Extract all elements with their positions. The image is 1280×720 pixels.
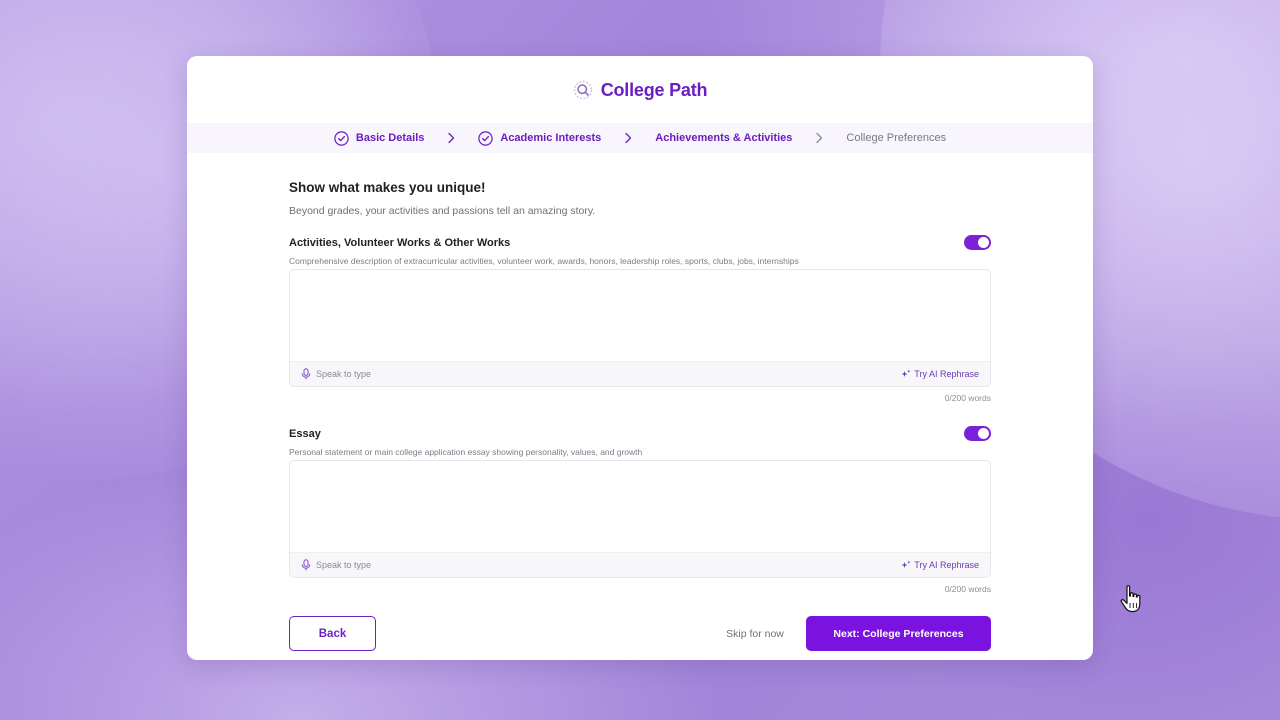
back-button[interactable]: Back	[289, 616, 376, 651]
app-title: College Path	[600, 79, 708, 100]
skip-button[interactable]: Skip for now	[725, 616, 785, 651]
sparkle-icon	[901, 560, 911, 570]
rephrase-label: Try AI Rephrase	[914, 369, 979, 379]
ai-rephrase-button[interactable]: Try AI Rephrase	[901, 560, 979, 570]
step-label: Achievements & Activities	[655, 132, 793, 144]
speak-to-type-button[interactable]: Speak to type	[301, 559, 371, 571]
activities-toggle[interactable]	[964, 235, 991, 250]
hand-pointer-cursor-icon	[1118, 584, 1146, 614]
microphone-icon	[301, 559, 311, 571]
toggle-knob	[978, 237, 989, 248]
step-basic-details[interactable]: Basic Details	[334, 130, 425, 146]
sparkle-icon	[901, 369, 911, 379]
step-achievements-activities[interactable]: Achievements & Activities	[655, 132, 792, 144]
section-description: Personal statement or main college appli…	[289, 447, 643, 457]
brand-header: College Path	[187, 78, 1093, 102]
textbox-toolbar: Speak to type Try AI Rephrase	[290, 361, 990, 386]
step-label: Basic Details	[355, 132, 425, 144]
form-card: College Path Basic Details Academic Inte…	[187, 56, 1093, 660]
speak-label: Speak to type	[316, 369, 372, 379]
essay-input[interactable]	[290, 461, 990, 553]
progress-stepper: Basic Details Academic Interests Achieve…	[187, 123, 1093, 153]
step-label: Academic Interests	[500, 132, 602, 144]
step-label: College Preferences	[846, 132, 947, 144]
chevron-right-icon	[446, 132, 456, 144]
textbox-toolbar: Speak to type Try AI Rephrase	[290, 552, 990, 577]
word-count: 0/200 words	[944, 584, 991, 594]
word-count: 0/200 words	[944, 393, 991, 403]
activities-input[interactable]	[290, 270, 990, 362]
microphone-icon	[301, 368, 311, 380]
ai-rephrase-button[interactable]: Try AI Rephrase	[901, 369, 979, 379]
section-description: Comprehensive description of extracurric…	[289, 256, 799, 266]
page-subheading: Beyond grades, your activities and passi…	[289, 205, 596, 217]
magnifier-icon	[573, 80, 593, 100]
step-college-preferences[interactable]: College Preferences	[846, 132, 946, 144]
rephrase-label: Try AI Rephrase	[914, 560, 979, 570]
next-button[interactable]: Next: College Preferences	[806, 616, 991, 651]
toggle-knob	[978, 428, 989, 439]
chevron-right-icon	[814, 132, 824, 144]
step-academic-interests[interactable]: Academic Interests	[478, 130, 602, 146]
chevron-right-icon	[623, 132, 633, 144]
section-title: Essay	[289, 428, 321, 440]
essay-textbox: Speak to type Try AI Rephrase	[289, 460, 991, 578]
form-actions: Back Skip for now Next: College Preferen…	[289, 616, 991, 651]
check-circle-icon	[478, 130, 494, 146]
page-heading: Show what makes you unique!	[289, 180, 486, 195]
speak-label: Speak to type	[316, 560, 372, 570]
activities-textbox: Speak to type Try AI Rephrase	[289, 269, 991, 387]
check-circle-icon	[334, 130, 349, 146]
speak-to-type-button[interactable]: Speak to type	[301, 368, 371, 380]
section-title: Activities, Volunteer Works & Other Work…	[289, 237, 511, 249]
essay-toggle[interactable]	[964, 426, 991, 441]
